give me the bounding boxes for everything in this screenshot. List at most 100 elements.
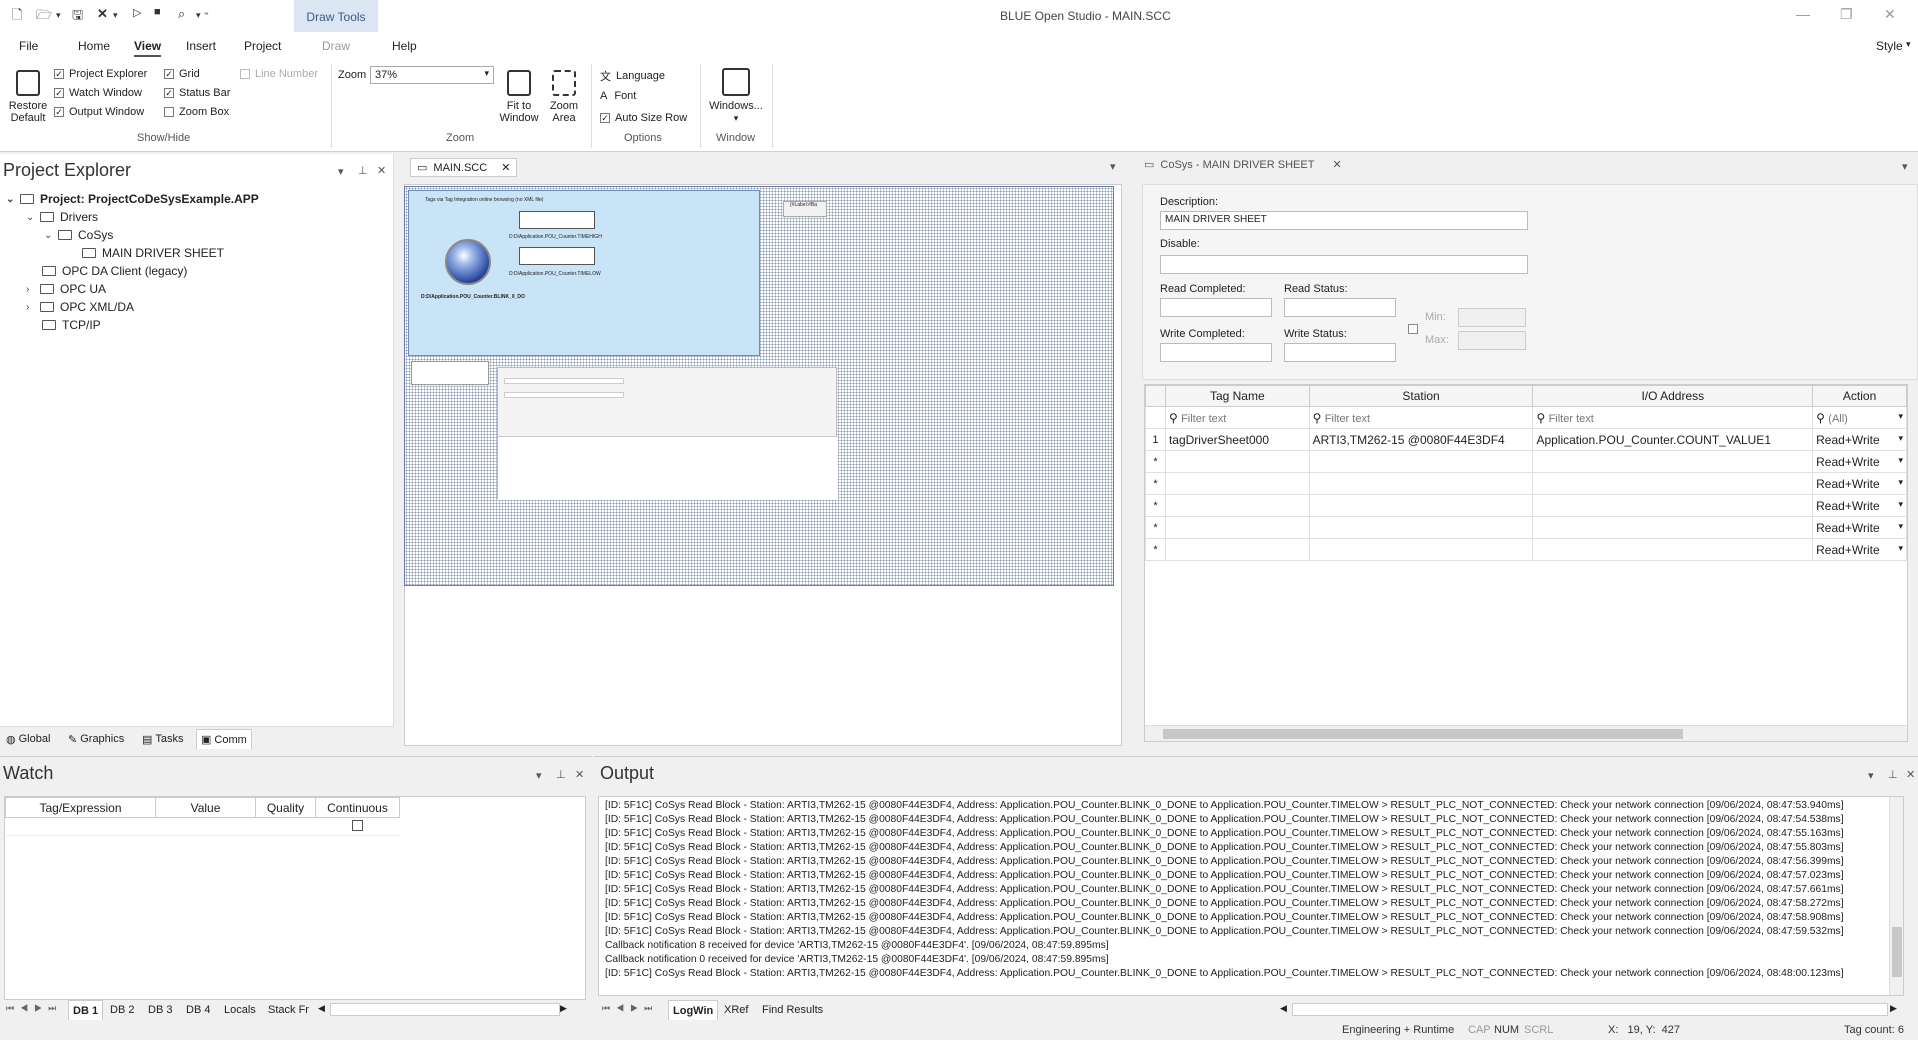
minimize-icon[interactable]: — — [1796, 6, 1810, 22]
close-window-icon[interactable]: ✕ — [1884, 6, 1896, 23]
collapse-icon[interactable]: ⌄ — [6, 194, 16, 205]
column-header-tag-name[interactable]: Tag Name — [1164, 385, 1310, 407]
tab-scrollbar[interactable] — [330, 1003, 560, 1016]
tab-xref[interactable]: XRef — [720, 1000, 752, 1020]
zoom-area-button[interactable]: Zoom Area — [546, 70, 582, 124]
windows-button[interactable]: Windows... ▾ — [706, 68, 766, 124]
context-tab-draw-tools[interactable]: Draw Tools — [294, 0, 378, 32]
scaling-checkbox[interactable] — [1408, 324, 1418, 334]
tab-db4[interactable]: DB 4 — [182, 1000, 214, 1020]
close-icon[interactable]: ✕ — [575, 768, 584, 781]
chevron-down-icon[interactable]: ▾ — [1868, 769, 1874, 782]
font-button[interactable]: A Font — [600, 90, 636, 102]
tab-scrollbar[interactable] — [1292, 1003, 1888, 1016]
tab-locals[interactable]: Locals — [220, 1000, 260, 1020]
tab-main-scc[interactable]: ▭ MAIN.SCC ✕ — [410, 158, 518, 177]
description-input[interactable]: MAIN DRIVER SHEET — [1160, 211, 1528, 230]
chevron-down-icon[interactable]: ▾ — [536, 769, 542, 782]
horizontal-scrollbar[interactable] — [1145, 725, 1907, 741]
table-row[interactable]: 1 tagDriverSheet000 ARTI3,TM262-15 @0080… — [1145, 428, 1907, 451]
column-header-quality[interactable]: Quality — [255, 797, 316, 818]
scrollbar-thumb[interactable] — [1892, 927, 1902, 977]
style-menu[interactable]: Style — [1876, 39, 1903, 53]
run-icon[interactable]: ▷ — [133, 6, 141, 19]
tab-graphics[interactable]: ✎ Graphics — [64, 729, 128, 749]
chevron-down-icon[interactable]: ▾ — [1906, 39, 1911, 50]
pin-icon[interactable]: ⊥ — [1888, 768, 1898, 781]
table-row[interactable]: * Read+Write ▾ — [1145, 538, 1907, 561]
menu-draw[interactable]: Draw — [322, 39, 350, 53]
column-header-action[interactable]: Action — [1812, 385, 1907, 407]
chevron-down-icon[interactable]: ▾ — [338, 165, 344, 178]
tab-comm[interactable]: ▣ Comm — [196, 729, 252, 749]
tree-item-opc-xml[interactable]: › OPC XML/DA — [26, 300, 134, 314]
output-log[interactable]: [ID: 5F1C] CoSys Read Block - Station: A… — [598, 796, 1904, 996]
max-input[interactable] — [1458, 331, 1526, 350]
menu-help[interactable]: Help — [392, 39, 417, 53]
zoom-box-checkbox[interactable]: Zoom Box — [164, 106, 229, 118]
text-box-timehigh[interactable] — [519, 211, 595, 229]
write-status-input[interactable] — [1284, 343, 1396, 362]
close-icon[interactable]: ✕ — [501, 161, 510, 174]
tab-logwin[interactable]: LogWin — [668, 1000, 719, 1020]
zoom-select[interactable]: 37% ▾ — [370, 66, 494, 84]
tab-global[interactable]: ◍ Global — [2, 729, 54, 749]
scroll-right-icon[interactable]: ▶ — [1890, 1003, 1897, 1014]
chevron-down-icon[interactable]: ▾ — [113, 10, 118, 21]
continuous-checkbox[interactable] — [352, 819, 363, 831]
tree-item-opc-da[interactable]: OPC DA Client (legacy) — [42, 264, 187, 278]
save-icon[interactable]: 🖫 — [72, 6, 83, 28]
search-icon[interactable]: ⌕ — [178, 6, 185, 22]
stop-icon[interactable]: ■ — [154, 6, 161, 18]
expand-icon[interactable]: › — [26, 302, 36, 313]
column-header-io-address[interactable]: I/O Address — [1532, 385, 1814, 407]
vertical-scrollbar[interactable] — [1889, 797, 1903, 995]
menu-home[interactable]: Home — [78, 39, 110, 53]
scroll-right-icon[interactable]: ▶ — [560, 1003, 567, 1014]
read-completed-input[interactable] — [1160, 298, 1272, 317]
fit-to-window-button[interactable]: Fit to Window — [498, 70, 540, 124]
close-icon[interactable]: ✕ — [1332, 158, 1341, 171]
filter-station[interactable]: ⚲ Filter text — [1308, 406, 1534, 429]
main-group-box[interactable]: Tags via Tag Integration online browsing… — [408, 190, 760, 356]
table-row[interactable] — [5, 817, 400, 836]
close-icon[interactable]: ✕ — [1906, 768, 1915, 781]
watch-window-checkbox[interactable]: ✓ Watch Window — [54, 87, 142, 99]
close-icon[interactable]: ✕ — [377, 164, 386, 177]
restore-icon[interactable]: ❐ — [1840, 6, 1853, 23]
tab-tasks[interactable]: ▤ Tasks — [138, 729, 188, 749]
tab-db3[interactable]: DB 3 — [144, 1000, 176, 1020]
grid-checkbox[interactable]: ✓ Grid — [164, 68, 200, 80]
column-header-value[interactable]: Value — [155, 797, 256, 818]
read-status-input[interactable] — [1284, 298, 1396, 317]
column-header-tag-expression[interactable]: Tag/Expression — [5, 797, 156, 818]
label-object[interactable]: {#Label:#Ba — [783, 201, 827, 217]
indicator-light[interactable] — [445, 239, 491, 285]
chevron-down-icon[interactable]: ▾ — [1902, 160, 1908, 173]
tree-item-project[interactable]: ⌄ Project: ProjectCoDeSysExample.APP — [6, 192, 259, 206]
table-row[interactable]: * Read+Write ▾ — [1145, 450, 1907, 473]
auto-size-row-checkbox[interactable]: ✓ Auto Size Row — [600, 112, 687, 124]
chevron-down-icon[interactable]: ▾ — [1110, 160, 1116, 173]
tree-item-cosys[interactable]: ⌄ CoSys — [44, 228, 113, 242]
tab-db1[interactable]: DB 1 — [68, 1000, 104, 1020]
status-bar-checkbox[interactable]: ✓ Status Bar — [164, 87, 230, 99]
menu-view[interactable]: View — [134, 39, 162, 57]
menu-file[interactable]: File — [19, 39, 38, 53]
pin-icon[interactable]: ⊥ — [556, 768, 566, 781]
tree-item-tcpip[interactable]: TCP/IP — [42, 318, 101, 332]
customize-icon[interactable]: ⁼ — [204, 10, 209, 21]
tree-item-main-driver-sheet[interactable]: MAIN DRIVER SHEET — [82, 246, 224, 260]
scroll-left-icon[interactable]: ◀ — [318, 1003, 325, 1014]
tab-nav-arrows-icon[interactable]: ⏮◀▶⏭ — [602, 1003, 658, 1014]
chevron-down-icon[interactable]: ▾ — [196, 10, 201, 21]
output-window-checkbox[interactable]: ✓ Output Window — [54, 106, 144, 118]
new-file-icon[interactable]: 🗋 — [12, 6, 22, 28]
scrollbar-thumb[interactable] — [1163, 729, 1683, 739]
filter-io-address[interactable]: ⚲ Filter text — [1532, 406, 1814, 429]
close-icon[interactable]: ✕ — [97, 6, 108, 22]
tree-item-opc-ua[interactable]: › OPC UA — [26, 282, 106, 296]
tab-db2[interactable]: DB 2 — [106, 1000, 138, 1020]
disable-input[interactable] — [1160, 255, 1528, 274]
menu-insert[interactable]: Insert — [186, 39, 216, 53]
